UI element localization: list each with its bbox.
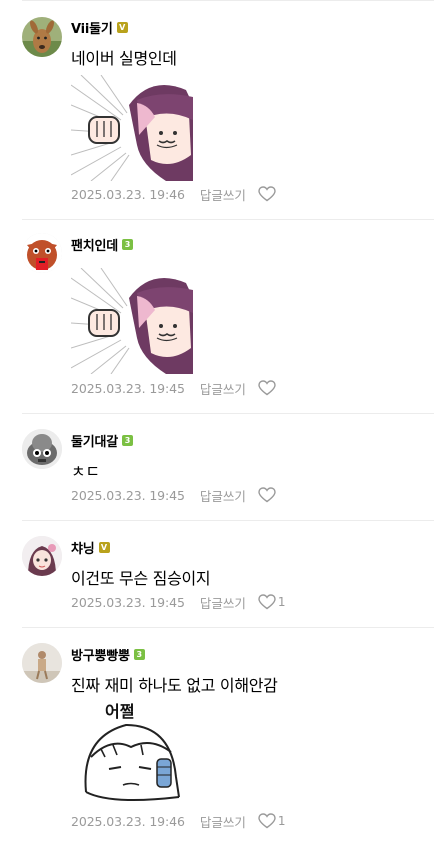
author-nickname[interactable]: 방구뿡빵뿡	[71, 645, 130, 664]
author-nickname[interactable]: 챠닝	[71, 538, 95, 557]
divider	[22, 520, 434, 521]
like-count: 1	[277, 814, 286, 828]
author-row: Vii둘기 V	[71, 17, 128, 37]
author-row: 방구뿡빵뿡 3	[71, 644, 145, 664]
level-badge-icon: 3	[122, 434, 134, 446]
like-button[interactable]	[258, 487, 278, 503]
reply-button[interactable]: 답글쓰기	[200, 379, 246, 398]
reply-button[interactable]: 답글쓰기	[200, 593, 246, 612]
deer-avatar-icon	[22, 17, 62, 57]
comment-timestamp: 2025.03.23. 19:45	[71, 380, 185, 396]
sticker-caption: 어쩔	[105, 702, 134, 721]
purple-hair-anime-punch-sticker	[70, 267, 193, 375]
avatar[interactable]	[22, 233, 62, 273]
level-badge-icon: 3	[122, 238, 134, 250]
heart-icon	[258, 186, 276, 202]
avatar[interactable]	[22, 17, 62, 57]
reply-button[interactable]: 답글쓰기	[200, 486, 246, 505]
divider	[22, 219, 434, 220]
author-row: 팬치인데 3	[71, 234, 134, 254]
author-nickname[interactable]: Vii둘기	[71, 18, 113, 37]
divider	[22, 413, 434, 414]
like-button[interactable]	[258, 186, 278, 202]
divider	[22, 627, 434, 628]
level-badge-icon: V	[116, 21, 128, 33]
heart-icon	[258, 813, 276, 829]
like-button[interactable]: 1	[258, 594, 286, 610]
heart-icon	[258, 594, 276, 610]
avatar[interactable]	[22, 536, 62, 576]
reply-button[interactable]: 답글쓰기	[200, 185, 246, 204]
comment-meta: 2025.03.23. 19:46 답글쓰기	[71, 184, 278, 204]
author-row: 챠닝 V	[71, 537, 110, 557]
figure-photo-avatar-icon	[22, 643, 62, 683]
comment-text: ㅊㄷ	[71, 462, 100, 481]
like-count: 1	[277, 595, 286, 609]
author-nickname[interactable]: 팬치인데	[71, 235, 118, 254]
red-bird-avatar-icon	[22, 233, 62, 273]
like-button[interactable]	[258, 380, 278, 396]
avatar[interactable]	[22, 429, 62, 469]
comment-text: 네이버 실명인데	[71, 49, 177, 68]
comment-timestamp: 2025.03.23. 19:45	[71, 594, 185, 610]
doodle-girl-sticker: 어쩔	[71, 697, 193, 807]
comment-timestamp: 2025.03.23. 19:45	[71, 487, 185, 503]
like-button[interactable]: 1	[258, 813, 286, 829]
comment-meta: 2025.03.23. 19:45 답글쓰기	[71, 378, 278, 398]
comment-meta: 2025.03.23. 19:45 답글쓰기 1	[71, 592, 286, 612]
level-badge-icon: 3	[133, 648, 145, 660]
comment-timestamp: 2025.03.23. 19:46	[71, 186, 185, 202]
purple-hair-anime-punch-sticker	[70, 74, 193, 182]
reply-button[interactable]: 답글쓰기	[200, 812, 246, 831]
top-divider	[22, 0, 434, 1]
comment-meta: 2025.03.23. 19:46 답글쓰기 1	[71, 811, 286, 831]
level-badge-icon: V	[98, 541, 110, 553]
comment-meta: 2025.03.23. 19:45 답글쓰기	[71, 485, 278, 505]
comment-timestamp: 2025.03.23. 19:46	[71, 813, 185, 829]
anime-girl-avatar-icon	[22, 536, 62, 576]
author-row: 둘기대갈 3	[71, 430, 134, 450]
avatar[interactable]	[22, 643, 62, 683]
comment-text: 이건또 무슨 짐승이지	[71, 569, 211, 588]
author-nickname[interactable]: 둘기대갈	[71, 431, 118, 450]
heart-icon	[258, 487, 276, 503]
heart-icon	[258, 380, 276, 396]
comment-text: 진짜 재미 하나도 없고 이해안감	[71, 676, 278, 695]
grey-pigeon-avatar-icon	[22, 429, 62, 469]
